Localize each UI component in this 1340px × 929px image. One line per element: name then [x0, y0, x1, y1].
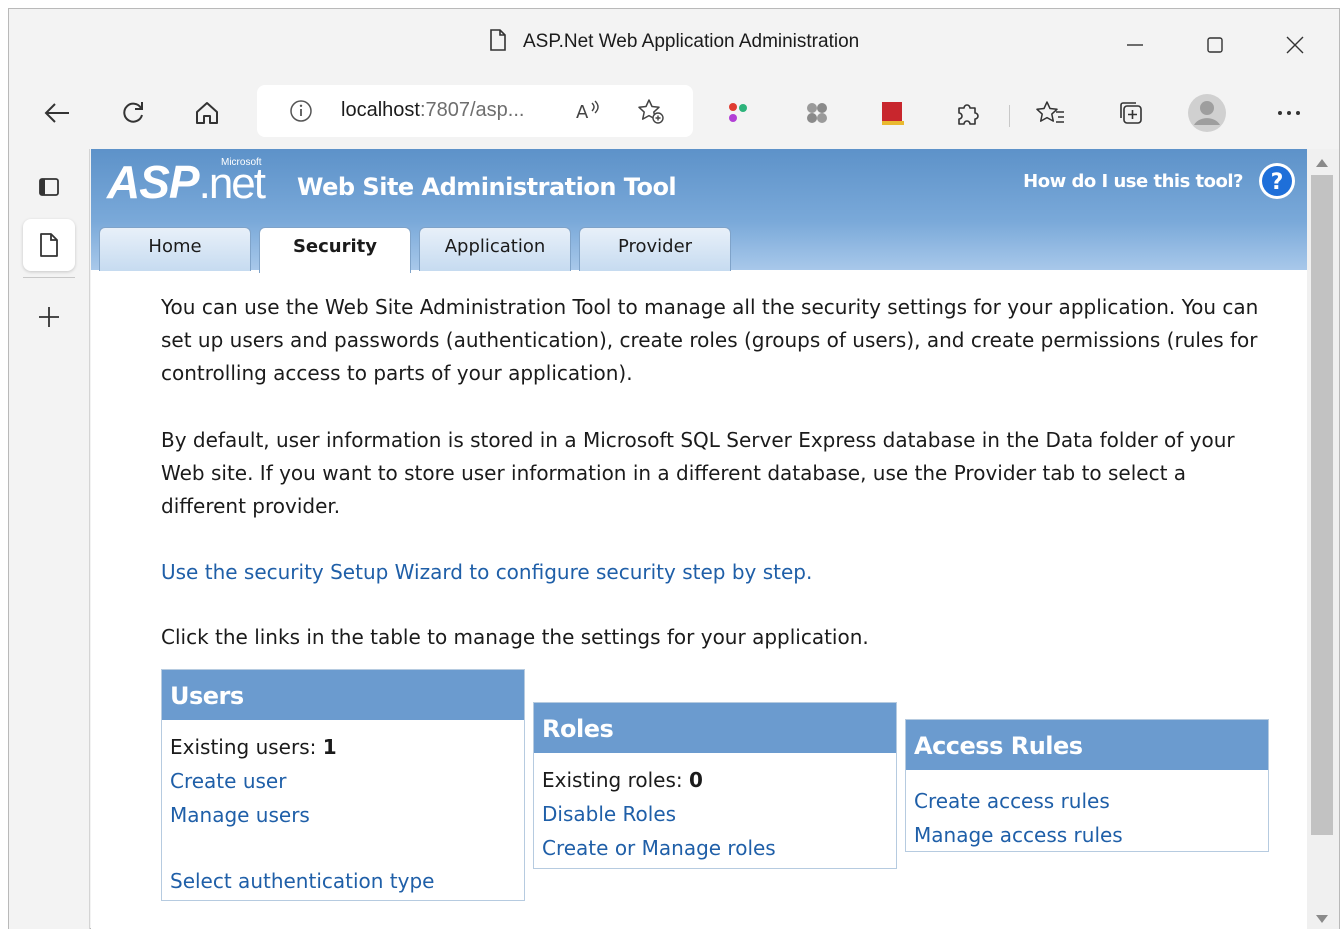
vertical-tab-strip — [9, 149, 90, 929]
address-path: :7807/asp... — [419, 99, 525, 121]
manage-users-link[interactable]: Manage users — [170, 798, 516, 832]
page-tab-icon — [40, 233, 58, 257]
scroll-down-icon[interactable] — [1315, 913, 1329, 925]
address-host: localhost — [341, 99, 420, 121]
add-favorite-icon[interactable] — [637, 97, 665, 125]
close-button[interactable] — [1255, 21, 1335, 69]
access-rules-panel: Access Rules Create access rules Manage … — [905, 719, 1269, 852]
select-auth-type-link[interactable]: Select authentication type — [170, 864, 516, 898]
logo-asp-text: ASP — [107, 156, 200, 208]
access-rules-panel-body: Create access rules Manage access rules — [906, 770, 1268, 862]
site-info-icon[interactable] — [287, 97, 315, 125]
page-scrollbar[interactable] — [1307, 149, 1339, 929]
more-dots-icon — [1278, 111, 1300, 115]
users-panel-body: Existing users: 1 Create user Manage use… — [162, 720, 524, 908]
back-arrow-icon — [44, 103, 69, 123]
maximize-icon — [1207, 37, 1223, 53]
tab-actions-button[interactable] — [23, 161, 75, 213]
users-panel: Users Existing users: 1 Create user Mana… — [161, 669, 525, 901]
tab-provider[interactable]: Provider — [579, 227, 731, 271]
close-icon — [1286, 36, 1304, 54]
favorites-button[interactable] — [1027, 89, 1075, 137]
home-button[interactable] — [183, 89, 231, 137]
extension-book-button[interactable] — [869, 89, 917, 137]
extension-book-icon — [882, 102, 904, 125]
tab-home[interactable]: Home — [99, 227, 251, 271]
scroll-up-icon[interactable] — [1315, 157, 1329, 169]
access-rules-panel-title: Access Rules — [906, 720, 1268, 770]
manage-roles-link[interactable]: Create or Manage roles — [542, 831, 888, 865]
existing-users-stat: Existing users: 1 — [170, 730, 516, 764]
page-icon — [489, 29, 507, 57]
toolbar-separator — [1009, 105, 1010, 127]
users-panel-title: Users — [162, 670, 524, 720]
scrollbar-thumb[interactable] — [1311, 175, 1333, 835]
existing-users-count: 1 — [322, 735, 337, 759]
setup-wizard-link[interactable]: Use the security Setup Wizard to configu… — [161, 556, 812, 589]
default-info-paragraph: By default, user information is stored i… — [161, 428, 1235, 518]
collections-button[interactable] — [1107, 89, 1155, 137]
tab-security[interactable]: Security — [259, 227, 411, 273]
page-viewport: ASP.net Microsoft Web Site Administratio… — [91, 149, 1307, 929]
help-question-icon[interactable]: ? — [1257, 161, 1297, 201]
address-bar[interactable]: localhost:7807/asp... A — [257, 85, 693, 137]
create-access-rules-link[interactable]: Create access rules — [914, 784, 1260, 818]
favorites-star-icon — [1036, 101, 1064, 123]
svg-text:?: ? — [1271, 170, 1284, 195]
logo-microsoft-text: Microsoft — [221, 157, 262, 168]
read-aloud-icon[interactable]: A — [575, 97, 603, 125]
profile-button[interactable] — [1183, 89, 1231, 137]
minimize-button[interactable] — [1095, 21, 1175, 69]
new-tab-button[interactable] — [23, 291, 75, 343]
asp-header: ASP.net Microsoft Web Site Administratio… — [91, 149, 1307, 273]
extension-colorful-button[interactable] — [715, 89, 763, 137]
extension-grey-button[interactable] — [793, 89, 841, 137]
existing-roles-label: Existing roles: — [542, 768, 689, 792]
title-bar: ASP.Net Web Application Administration — [9, 9, 1339, 81]
refresh-icon — [123, 102, 143, 123]
disable-roles-link[interactable]: Disable Roles — [542, 797, 888, 831]
extension-paws-icon — [807, 103, 827, 123]
site-title: Web Site Administration Tool — [297, 173, 677, 201]
roles-panel-body: Existing roles: 0 Disable Roles Create o… — [534, 753, 896, 875]
vertical-tab-current[interactable] — [23, 219, 75, 271]
window-title: ASP.Net Web Application Administration — [523, 31, 860, 52]
back-button[interactable] — [33, 89, 81, 137]
collections-icon — [1120, 102, 1142, 124]
home-icon — [196, 102, 218, 124]
plus-icon — [39, 307, 59, 327]
create-user-link[interactable]: Create user — [170, 764, 516, 798]
refresh-button[interactable] — [109, 89, 157, 137]
help-link[interactable]: How do I use this tool? — [1023, 171, 1243, 192]
existing-users-label: Existing users: — [170, 735, 323, 759]
browser-toolbar: localhost:7807/asp... A — [9, 81, 1339, 149]
table-intro-text: Click the links in the table to manage t… — [161, 625, 869, 649]
extensions-button[interactable] — [943, 89, 991, 137]
browser-window: ASP.Net Web Application Administration l… — [8, 8, 1340, 929]
tab-actions-icon — [39, 178, 59, 196]
svg-text:A: A — [576, 102, 589, 123]
intro-paragraph: You can use the Web Site Administration … — [161, 295, 1259, 385]
avatar-icon — [1188, 94, 1226, 132]
roles-panel-title: Roles — [534, 703, 896, 753]
security-content: You can use the Web Site Administration … — [161, 291, 1271, 649]
existing-roles-count: 0 — [688, 768, 703, 792]
existing-roles-stat: Existing roles: 0 — [542, 763, 888, 797]
vertical-tab-separator — [23, 277, 75, 278]
roles-panel: Roles Existing roles: 0 Disable Roles Cr… — [533, 702, 897, 869]
manage-access-rules-link[interactable]: Manage access rules — [914, 818, 1260, 852]
tab-application[interactable]: Application — [419, 227, 571, 271]
more-options-button[interactable] — [1265, 89, 1313, 137]
maximize-button[interactable] — [1175, 21, 1255, 69]
address-text[interactable]: localhost:7807/asp... — [341, 99, 524, 122]
minimize-icon — [1127, 44, 1143, 46]
extension-dots-icon — [729, 103, 747, 122]
puzzle-icon — [958, 104, 979, 125]
